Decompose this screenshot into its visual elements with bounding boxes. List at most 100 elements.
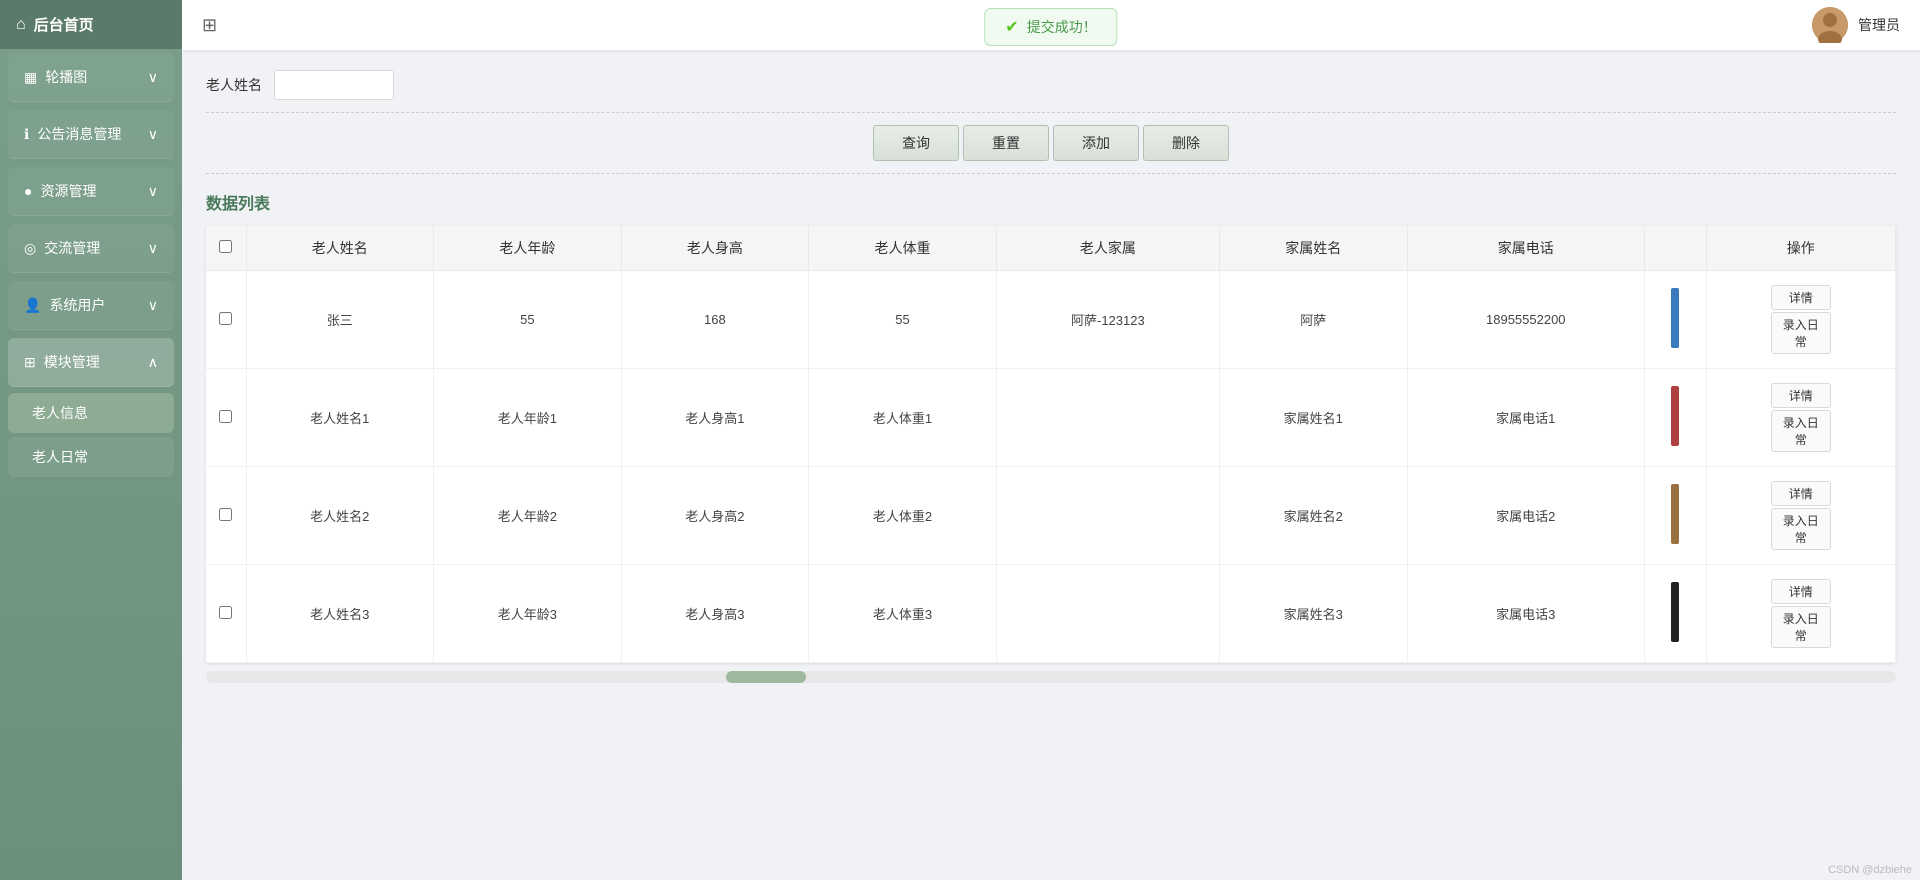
cell-family-name-3: 家属姓名3: [1219, 565, 1407, 663]
action-bar: 查询 重置 添加 删除: [206, 125, 1896, 174]
sidebar-sub-elder-daily[interactable]: 老人日常: [8, 437, 174, 477]
cell-thumbnail-1: [1645, 369, 1707, 467]
search-input[interactable]: [274, 70, 394, 100]
sidebar-item-carousel[interactable]: ▦ 轮播图 ∨: [8, 53, 174, 102]
cell-family-phone-1: 家属电话1: [1407, 369, 1645, 467]
detail-button-1[interactable]: 详情: [1771, 383, 1831, 408]
chevron-down-icon2: ∨: [148, 126, 158, 143]
daily-button-3[interactable]: 录入日常: [1771, 606, 1831, 648]
detail-button-3[interactable]: 详情: [1771, 579, 1831, 604]
header-height: 老人身高: [621, 226, 809, 271]
row-select-2[interactable]: [219, 508, 232, 521]
row-checkbox-0[interactable]: [206, 271, 246, 369]
cell-thumbnail-3: [1645, 565, 1707, 663]
cell-height-2: 老人身高2: [621, 467, 809, 565]
table-header-row: 老人姓名 老人年龄 老人身高 老人体重 老人家属 家属姓名 家属电话 操作: [206, 226, 1896, 271]
header-operations: 操作: [1706, 226, 1895, 271]
content-area: 老人姓名 查询 重置 添加 删除 数据列表 老人姓名 老人年龄 老人身高 老人体…: [182, 50, 1920, 880]
header-thumbnail: [1645, 226, 1707, 271]
row-thumbnail-3: [1671, 582, 1679, 642]
topbar-left: ⊞: [202, 15, 217, 36]
carousel-icon: ▦: [24, 69, 37, 86]
sidebar-module-label: 模块管理: [44, 352, 100, 372]
watermark: CSDN @dzbiehe: [1828, 864, 1912, 876]
header-family-phone: 家属电话: [1407, 226, 1645, 271]
cell-age-3: 老人年龄3: [434, 565, 622, 663]
resource-icon: ●: [24, 183, 32, 199]
sidebar-item-sysuser[interactable]: 👤 系统用户 ∨: [8, 281, 174, 330]
row-checkbox-1[interactable]: [206, 369, 246, 467]
row-select-3[interactable]: [219, 606, 232, 619]
row-checkbox-3[interactable]: [206, 565, 246, 663]
sidebar: ⌂ 后台首页 ▦ 轮播图 ∨ ℹ 公告消息管理 ∨ ● 资源管理 ∨ ◎ 交流管…: [0, 0, 182, 880]
cell-name-0: 张三: [246, 271, 434, 369]
main-area: ⊞ ✔ 提交成功！ 理系统 管理员 老人姓名: [182, 0, 1920, 880]
sidebar-carousel-label: 轮播图: [45, 67, 87, 87]
search-bar: 老人姓名: [206, 70, 1896, 113]
sidebar-item-module[interactable]: ⊞ 模块管理 ∧: [8, 338, 174, 387]
reset-button[interactable]: 重置: [963, 125, 1049, 161]
chevron-down-icon4: ∨: [148, 240, 158, 257]
data-table: 老人姓名 老人年龄 老人身高 老人体重 老人家属 家属姓名 家属电话 操作 张三…: [206, 226, 1896, 663]
cell-family-1: [996, 369, 1219, 467]
section-title: 数据列表: [206, 190, 1896, 214]
grid-icon[interactable]: ⊞: [202, 15, 217, 36]
sidebar-sub-elder-info[interactable]: 老人信息: [8, 393, 174, 433]
chevron-up-icon: ∧: [148, 354, 158, 371]
toast-notification: ✔ 提交成功！: [984, 8, 1117, 46]
header-name: 老人姓名: [246, 226, 434, 271]
cell-ops-3: 详情 录入日常: [1706, 565, 1895, 663]
row-select-0[interactable]: [219, 312, 232, 325]
cell-ops-2: 详情 录入日常: [1706, 467, 1895, 565]
sidebar-item-exchange[interactable]: ◎ 交流管理 ∨: [8, 224, 174, 273]
sidebar-notice-label: 公告消息管理: [37, 124, 121, 144]
scroll-track[interactable]: [206, 671, 1896, 683]
success-icon: ✔: [1005, 17, 1018, 37]
detail-button-0[interactable]: 详情: [1771, 285, 1831, 310]
detail-button-2[interactable]: 详情: [1771, 481, 1831, 506]
cell-family-phone-3: 家属电话3: [1407, 565, 1645, 663]
row-thumbnail-2: [1671, 484, 1679, 544]
cell-age-1: 老人年龄1: [434, 369, 622, 467]
table-row: 老人姓名3 老人年龄3 老人身高3 老人体重3 家属姓名3 家属电话3 详情 录…: [206, 565, 1896, 663]
cell-age-0: 55: [434, 271, 622, 369]
sidebar-sub-elder-info-label: 老人信息: [32, 405, 88, 421]
home-icon: ⌂: [16, 16, 26, 34]
select-all-checkbox[interactable]: [219, 240, 232, 253]
cell-weight-0: 55: [809, 271, 997, 369]
cell-weight-1: 老人体重1: [809, 369, 997, 467]
sidebar-home[interactable]: ⌂ 后台首页: [0, 0, 182, 49]
chevron-down-icon3: ∨: [148, 183, 158, 200]
header-checkbox[interactable]: [206, 226, 246, 271]
sysuser-icon: 👤: [24, 297, 41, 314]
query-button[interactable]: 查询: [873, 125, 959, 161]
daily-button-2[interactable]: 录入日常: [1771, 508, 1831, 550]
cell-ops-1: 详情 录入日常: [1706, 369, 1895, 467]
sidebar-item-notice[interactable]: ℹ 公告消息管理 ∨: [8, 110, 174, 159]
topbar: ⊞ ✔ 提交成功！ 理系统 管理员: [182, 0, 1920, 50]
table-row: 老人姓名2 老人年龄2 老人身高2 老人体重2 家属姓名2 家属电话2 详情 录…: [206, 467, 1896, 565]
row-checkbox-2[interactable]: [206, 467, 246, 565]
cell-family-phone-2: 家属电话2: [1407, 467, 1645, 565]
cell-name-2: 老人姓名2: [246, 467, 434, 565]
row-select-1[interactable]: [219, 410, 232, 423]
exchange-icon: ◎: [24, 240, 36, 257]
header-age: 老人年龄: [434, 226, 622, 271]
scroll-thumb[interactable]: [726, 671, 806, 683]
daily-button-0[interactable]: 录入日常: [1771, 312, 1831, 354]
row-thumbnail-1: [1671, 386, 1679, 446]
sidebar-resource-label: 资源管理: [40, 181, 96, 201]
admin-name: 管理员: [1858, 15, 1900, 35]
daily-button-1[interactable]: 录入日常: [1771, 410, 1831, 452]
cell-height-3: 老人身高3: [621, 565, 809, 663]
table-row: 张三 55 168 55 阿萨-123123 阿萨 18955552200 详情…: [206, 271, 1896, 369]
cell-weight-3: 老人体重3: [809, 565, 997, 663]
cell-age-2: 老人年龄2: [434, 467, 622, 565]
cell-family-phone-0: 18955552200: [1407, 271, 1645, 369]
cell-thumbnail-0: [1645, 271, 1707, 369]
sidebar-sub-elder-daily-label: 老人日常: [32, 449, 88, 465]
notice-icon: ℹ: [24, 126, 29, 143]
add-button[interactable]: 添加: [1053, 125, 1139, 161]
delete-button[interactable]: 删除: [1143, 125, 1229, 161]
sidebar-item-resource[interactable]: ● 资源管理 ∨: [8, 167, 174, 216]
